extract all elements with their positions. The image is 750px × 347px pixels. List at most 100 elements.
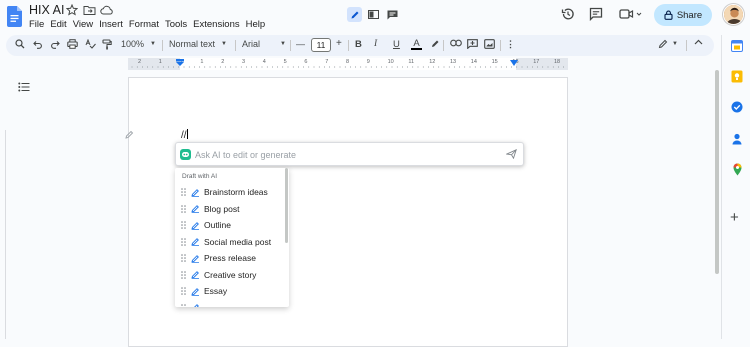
menu-extensions[interactable]: Extensions (193, 19, 239, 30)
ai-pen-icon[interactable] (125, 130, 134, 139)
redo-icon[interactable] (50, 39, 60, 49)
menu-tools[interactable]: Tools (165, 19, 187, 30)
horizontal-ruler[interactable]: 211123456789101112131415161718 (128, 58, 568, 70)
drag-handle-icon[interactable] (181, 254, 187, 262)
move-folder-icon[interactable] (83, 4, 96, 17)
font-value: Arial (242, 39, 261, 49)
insert-image-icon[interactable] (484, 39, 495, 49)
menu-scrollbar[interactable] (285, 168, 288, 243)
add-comment-icon[interactable] (467, 39, 478, 49)
divider (500, 40, 501, 51)
pencil-icon (191, 204, 200, 213)
text-cursor (186, 129, 188, 139)
menu-item[interactable]: Social media post (175, 234, 285, 250)
drag-handle-icon[interactable] (181, 237, 187, 246)
ruler-label: 3 (242, 59, 246, 65)
sidebar-divider (721, 35, 722, 339)
google-docs-icon[interactable] (7, 6, 22, 27)
decrease-font-size-button[interactable]: — (296, 39, 305, 49)
print-icon[interactable] (67, 39, 78, 49)
ai-prompt-box (175, 142, 524, 166)
zoom-select[interactable]: 100% ▼ (121, 39, 156, 49)
menu-item-label: Press release (204, 253, 256, 263)
keep-icon[interactable] (731, 70, 743, 83)
ruler-label: 10 (387, 59, 394, 65)
increase-font-size-button[interactable]: + (336, 38, 342, 49)
drag-handle-icon[interactable] (181, 287, 187, 295)
ruler-label: 2 (221, 59, 225, 65)
text-color-button[interactable]: A (411, 39, 422, 50)
ruler-label: 11 (408, 59, 415, 65)
pageless-view-icon[interactable] (366, 7, 381, 22)
get-addons-icon[interactable]: + (730, 210, 739, 225)
pencil-icon (191, 270, 200, 279)
spellcheck-icon[interactable] (85, 39, 96, 49)
undo-icon[interactable] (33, 39, 43, 49)
left-indent-marker[interactable] (176, 59, 184, 67)
ruler-label: 4 (262, 59, 266, 65)
paint-format-icon[interactable] (102, 39, 112, 50)
drag-handle-icon[interactable] (181, 303, 187, 308)
chevron-down-icon: ▼ (221, 41, 227, 47)
link-icon[interactable] (450, 39, 462, 47)
share-button[interactable]: Share (654, 4, 712, 26)
ruler-label: 12 (429, 59, 436, 65)
highlight-icon[interactable] (430, 39, 440, 49)
right-indent-marker[interactable] (510, 60, 518, 67)
menu-item[interactable]: Brainstorm ideas (175, 184, 285, 200)
hide-menus-icon[interactable] (694, 39, 703, 45)
zoom-value: 100% (121, 39, 145, 49)
edit-mode-icon[interactable] (347, 7, 362, 22)
draft-with-ai-menu: Draft with AI Brainstorm ideas Blog post O… (175, 168, 289, 307)
menu-file[interactable]: File (29, 19, 44, 30)
comment-icon[interactable] (589, 7, 603, 21)
formatting-toolbar: 100% ▼ Normal text ▼ Arial ▼ — 11 + B I … (6, 35, 714, 56)
menu-help[interactable]: Help (246, 19, 266, 30)
search-menus-icon[interactable] (15, 39, 25, 49)
style-select[interactable]: Normal text ▼ (169, 39, 227, 49)
menu-format[interactable]: Format (129, 19, 159, 30)
menu-section-header: Draft with AI (182, 173, 218, 180)
divider (443, 40, 444, 51)
font-select[interactable]: Arial ▼ (242, 39, 286, 49)
video-call-icon[interactable] (619, 7, 643, 21)
menu-item[interactable]: Creative story (175, 267, 285, 283)
history-icon[interactable] (561, 7, 575, 21)
calendar-icon[interactable] (731, 40, 743, 52)
drag-handle-icon[interactable] (181, 221, 187, 229)
cloud-status-icon[interactable] (100, 4, 113, 17)
ruler-label: 1 (200, 59, 204, 65)
send-icon[interactable] (506, 149, 517, 159)
underline-button[interactable]: U (393, 39, 400, 50)
menu-insert[interactable]: Insert (99, 19, 123, 30)
pencil-icon (191, 237, 200, 246)
menu-item[interactable]: Blog post (175, 201, 285, 217)
drag-handle-icon[interactable] (181, 270, 187, 279)
contacts-icon[interactable] (732, 133, 742, 145)
maps-icon[interactable] (733, 163, 742, 176)
menu-item-label: Social media post (204, 236, 272, 247)
document-outline-icon[interactable] (18, 82, 30, 92)
more-options-button[interactable]: ⋮ (506, 39, 515, 50)
chat-view-icon[interactable] (385, 7, 400, 22)
document-scrollbar[interactable] (715, 70, 719, 274)
menu-item[interactable]: Essay (175, 283, 285, 299)
ruler-label: 8 (346, 59, 350, 65)
document-title[interactable]: HIX AI (29, 3, 64, 17)
editing-mode-select[interactable]: ▼ (658, 39, 678, 49)
avatar[interactable] (723, 4, 744, 25)
drag-handle-icon[interactable] (181, 188, 187, 196)
drag-handle-icon[interactable] (181, 204, 187, 213)
menu-edit[interactable]: Edit (50, 19, 66, 30)
menu-view[interactable]: View (73, 19, 93, 30)
star-icon[interactable] (66, 4, 79, 17)
ai-prompt-input[interactable] (195, 147, 495, 162)
menu-item[interactable]: Outline (175, 217, 285, 233)
menu-item-partial[interactable] (175, 300, 285, 308)
bold-button[interactable]: B (355, 39, 362, 50)
italic-button[interactable]: I (374, 39, 377, 49)
font-size-input[interactable]: 11 (311, 38, 331, 52)
vertical-ruler[interactable] (0, 130, 6, 339)
tasks-icon[interactable] (731, 101, 743, 113)
menu-item[interactable]: Press release (175, 250, 285, 266)
